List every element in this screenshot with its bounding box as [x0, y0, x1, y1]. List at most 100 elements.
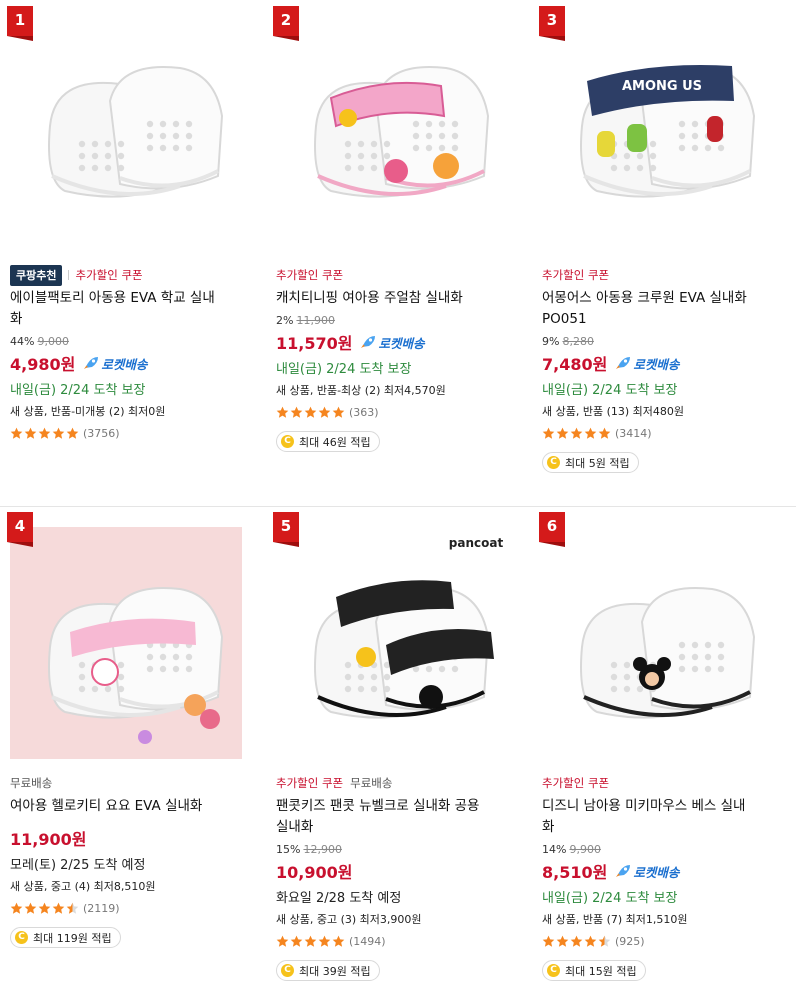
- product-title-line: 여아용 헬로키티 요요 EVA 실내화: [10, 798, 203, 814]
- reward-badge: C 최대 39원 적립: [276, 960, 380, 981]
- badge-row: 무료배송: [10, 773, 272, 793]
- coupon-badge: 추가할인 쿠폰: [276, 776, 344, 790]
- badge-row: 추가할인 쿠폰 무료배송: [276, 773, 538, 793]
- product-title[interactable]: 디즈니 남아용 미키마우스 베스 실내 화: [542, 796, 778, 838]
- free-shipping-badge: 무료배송: [350, 776, 393, 790]
- reward-badge: C 최대 15원 적립: [542, 960, 646, 981]
- badge-row: 쿠팡추천 추가할인 쿠폰: [10, 264, 272, 286]
- product-title-line: 캐치티니핑 여아용 주얼참 실내화: [276, 290, 463, 306]
- image-brand-text: pancoat: [449, 536, 504, 550]
- rocket-delivery-label: 로켓배송: [101, 356, 148, 372]
- delivery-info: 내일(금) 2/24 도착 보장: [542, 891, 678, 906]
- used-options[interactable]: 새 상품, 반품-미개봉 (2) 최저0원: [10, 403, 272, 418]
- price-row: 10,900원: [276, 860, 538, 882]
- discount-rate: 44%: [10, 335, 35, 348]
- coin-icon: C: [281, 435, 294, 448]
- product-title-line: 디즈니 남아용 미키마우스 베스 실내: [542, 798, 746, 814]
- star-icon: [570, 935, 583, 947]
- star-icon: [38, 427, 51, 439]
- used-options[interactable]: 새 상품, 중고 (4) 최저8,510원: [10, 878, 272, 893]
- product-title[interactable]: 에이블팩토리 아동용 EVA 학교 실내 화: [10, 288, 246, 330]
- original-price: 9,000: [37, 335, 69, 348]
- star-icon: [556, 427, 569, 439]
- rank-badge: 4: [7, 512, 33, 547]
- badge-row: 추가할인 쿠폰: [276, 265, 538, 285]
- coin-icon: C: [15, 931, 28, 944]
- rank-badge: 2: [273, 6, 299, 41]
- coin-icon: C: [281, 964, 294, 977]
- used-options[interactable]: 새 상품, 중고 (3) 최저3,900원: [276, 911, 538, 926]
- star-icon: [304, 935, 317, 947]
- price-row: 11,570원 로켓배송: [276, 331, 538, 353]
- rating-row: (1494): [276, 934, 538, 948]
- rank-number: 5: [280, 517, 292, 535]
- product-image[interactable]: [276, 6, 508, 238]
- rocket-delivery-label: 로켓배송: [633, 356, 680, 372]
- product-title[interactable]: 팬콧키즈 팬콧 뉴벨크로 실내화 공용 실내화: [276, 796, 512, 838]
- original-price: 9,900: [569, 843, 601, 856]
- reward-text: 최대 46원 적립: [299, 435, 371, 449]
- badge-separator: [68, 270, 70, 280]
- product-image[interactable]: AMONG US: [542, 6, 774, 238]
- coin-icon: C: [547, 964, 560, 977]
- product-title[interactable]: 어몽어스 아동용 크루원 EVA 실내화 PO051: [542, 288, 778, 330]
- star-icon: [570, 427, 583, 439]
- review-count: (3414): [615, 426, 652, 440]
- star-icon: [318, 406, 331, 418]
- star-icon: [66, 427, 79, 439]
- free-shipping-badge: 무료배송: [10, 776, 53, 790]
- coin-icon: C: [547, 456, 560, 469]
- rank-number: 6: [546, 517, 558, 535]
- badge-row: 추가할인 쿠폰: [542, 265, 796, 285]
- discount-row: 2% 11,900: [276, 314, 538, 328]
- star-icon: [556, 935, 569, 947]
- rank-badge: 3: [539, 6, 565, 41]
- star-icon: [332, 406, 345, 418]
- product-image[interactable]: pancoat: [276, 527, 508, 759]
- product-image[interactable]: [10, 6, 242, 238]
- price-row: 7,480원 로켓배송: [542, 352, 796, 374]
- rank-number: 4: [14, 517, 26, 535]
- used-options[interactable]: 새 상품, 반품 (13) 최저480원: [542, 403, 796, 418]
- reward-badge: C 최대 5원 적립: [542, 452, 639, 473]
- delivery-info: 내일(금) 2/24 도착 보장: [10, 383, 146, 398]
- rocket-delivery-badge: 로켓배송: [360, 333, 424, 352]
- delivery-info: 내일(금) 2/24 도착 보장: [542, 383, 678, 398]
- star-rating: [276, 406, 346, 419]
- star-icon: [584, 935, 597, 947]
- used-options[interactable]: 새 상품, 반품-최상 (2) 최저4,570원: [276, 382, 538, 397]
- product-title[interactable]: 여아용 헬로키티 요요 EVA 실내화: [10, 796, 246, 817]
- star-icon: [598, 935, 611, 947]
- image-brand-text: AMONG US: [622, 79, 702, 94]
- review-count: (925): [615, 934, 645, 948]
- product-image[interactable]: [542, 527, 774, 759]
- delivery-info: 화요일 2/28 도착 예정: [276, 891, 402, 906]
- product-title-line: 실내화: [276, 819, 314, 835]
- coupon-badge: 추가할인 쿠폰: [542, 776, 610, 790]
- review-count: (363): [349, 405, 379, 419]
- review-count: (1494): [349, 934, 386, 948]
- reward-text: 최대 39원 적립: [299, 964, 371, 978]
- product-title-line: 화: [10, 311, 23, 327]
- star-icon: [318, 935, 331, 947]
- product-image[interactable]: [10, 527, 242, 759]
- reward-text: 최대 15원 적립: [565, 964, 637, 978]
- rocket-delivery-label: 로켓배송: [633, 864, 680, 880]
- reward-badge: C 최대 46원 적립: [276, 431, 380, 452]
- rocket-icon: [616, 357, 631, 369]
- used-options[interactable]: 새 상품, 반품 (7) 최저1,510원: [542, 911, 796, 926]
- product-grid: 1 쿠팡추천 추가할인 쿠폰 에이블팩토리 아동용 EVA 학교 실내 화 44% 9,00…: [0, 0, 796, 985]
- rating-row: (2119): [10, 901, 272, 915]
- star-rating: [542, 935, 612, 948]
- coupon-badge: 추가할인 쿠폰: [542, 268, 610, 282]
- discount-rate: 15%: [276, 843, 301, 856]
- star-icon: [332, 935, 345, 947]
- product-title[interactable]: 캐치티니핑 여아용 주얼참 실내화: [276, 288, 512, 309]
- original-price: 11,900: [296, 314, 335, 327]
- discount-rate: 9%: [542, 335, 560, 348]
- star-icon: [542, 935, 555, 947]
- review-count: (3756): [83, 426, 120, 440]
- discount-row: 9% 8,280: [542, 335, 796, 349]
- rank-number: 1: [14, 11, 26, 29]
- sale-price: 7,480원: [542, 355, 608, 374]
